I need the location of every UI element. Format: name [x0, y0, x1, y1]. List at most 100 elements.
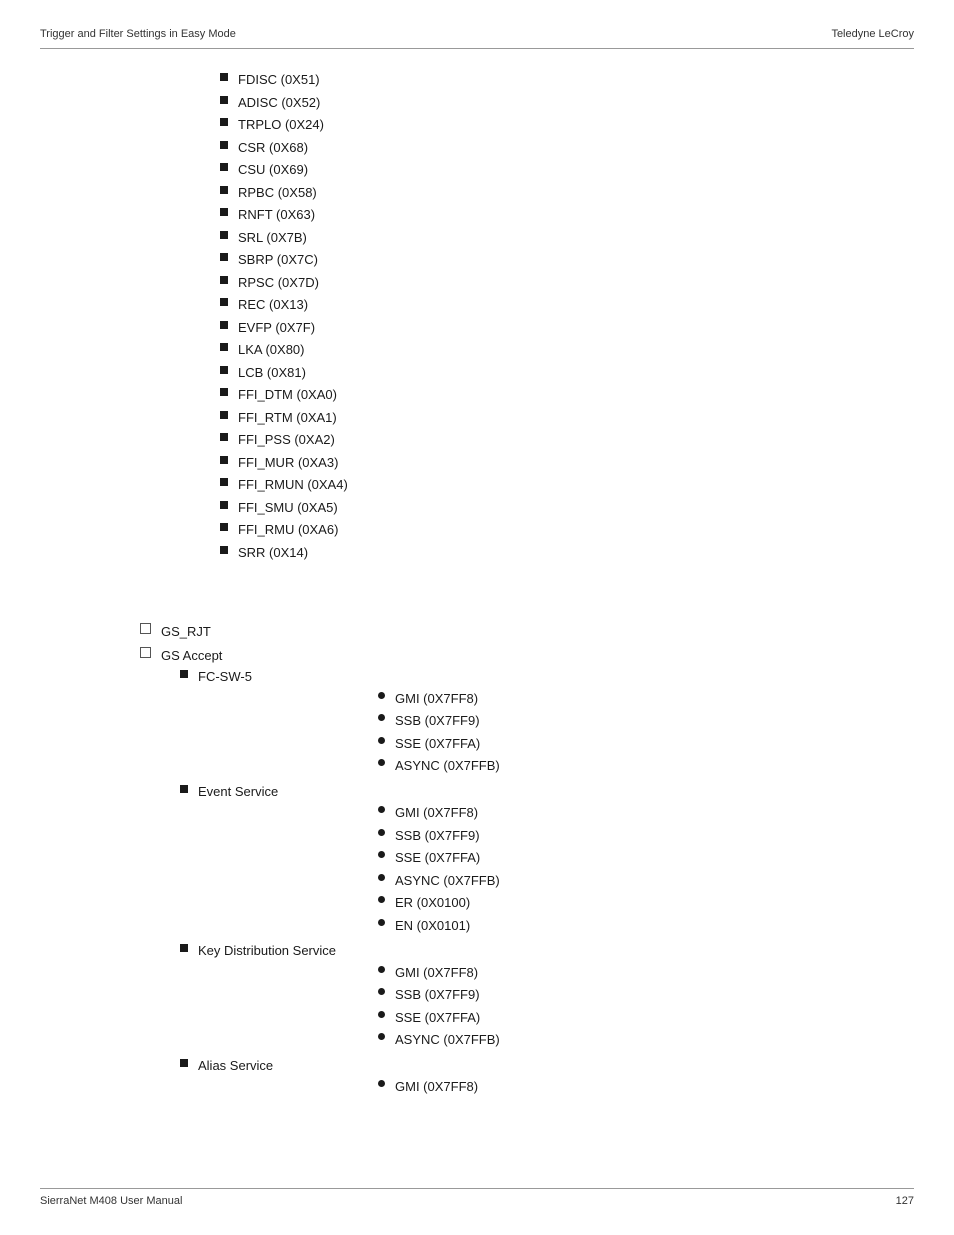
list-item: ASYNC (0X7FFB) [198, 756, 500, 776]
list-item: RPBC (0X58) [40, 183, 914, 203]
list-item: ADISC (0X52) [40, 93, 914, 113]
footer-rule [40, 1188, 914, 1189]
square-bullet [220, 501, 228, 509]
circle-bullet [378, 966, 385, 973]
list-item: CSR (0X68) [40, 138, 914, 158]
circle-bullet [378, 874, 385, 881]
list-item: FFI_DTM (0XA0) [40, 385, 914, 405]
gs-rjt-label: GS_RJT [161, 622, 211, 642]
gs-rjt-item: GS_RJT [40, 622, 914, 642]
list-item: SRL (0X7B) [40, 228, 914, 248]
circle-bullet [378, 851, 385, 858]
list-item: FFI_RTM (0XA1) [40, 408, 914, 428]
event-service-label: Event Service [198, 784, 278, 799]
footer-left: SierraNet M408 User Manual [40, 1195, 182, 1207]
list-item: LCB (0X81) [40, 363, 914, 383]
list-item: SSE (0X7FFA) [198, 734, 500, 754]
list-item: ASYNC (0X7FFB) [198, 1030, 500, 1050]
list-item: EN (0X0101) [198, 916, 500, 936]
list-item: LKA (0X80) [40, 340, 914, 360]
square-bullet [220, 343, 228, 351]
square-bullet [220, 186, 228, 194]
alias-service-label: Alias Service [198, 1058, 273, 1073]
circle-bullet [378, 829, 385, 836]
circle-bullet [378, 806, 385, 813]
list-item: FFI_PSS (0XA2) [40, 430, 914, 450]
square-bullet [220, 321, 228, 329]
bottom-checkbox-list: GS_RJT GS Accept FC-SW-5 GMI (0X7FF8)SSB… [40, 622, 914, 1100]
list-item: CSU (0X69) [40, 160, 914, 180]
event-service-item: Event Service GMI (0X7FF8)SSB (0X7FF9)SS… [40, 782, 914, 939]
list-item: GMI (0X7FF8) [198, 963, 500, 983]
circle-bullet [378, 1033, 385, 1040]
list-item: RPSC (0X7D) [40, 273, 914, 293]
fc-sw5-item: FC-SW-5 GMI (0X7FF8)SSB (0X7FF9)SSE (0X7… [40, 667, 914, 779]
list-item: FFI_MUR (0XA3) [40, 453, 914, 473]
square-bullet [220, 73, 228, 81]
alias-service-item: Alias Service GMI (0X7FF8) [40, 1056, 914, 1100]
square-bullet [220, 366, 228, 374]
key-dist-subitems: GMI (0X7FF8)SSB (0X7FF9) SSE (0X7FFA)ASYN… [198, 963, 500, 1050]
header-rule [40, 48, 914, 49]
list-item: GMI (0X7FF8) [198, 689, 500, 709]
gs-accept-label: GS Accept [161, 646, 222, 666]
fc-sw5-list: FC-SW-5 GMI (0X7FF8)SSB (0X7FF9)SSE (0X7… [40, 667, 914, 1100]
key-dist-item: Key Distribution Service GMI (0X7FF8)SSB… [40, 941, 914, 1053]
list-item: SSE (0X7FFA) [198, 1008, 500, 1028]
list-item: ER (0X0100) [198, 893, 500, 913]
circle-bullet [378, 988, 385, 995]
list-item: SRR (0X14) [40, 543, 914, 563]
square-bullet [220, 546, 228, 554]
list-item: GMI (0X7FF8) [198, 803, 500, 823]
list-item: EVFP (0X7F) [40, 318, 914, 338]
square-bullet [220, 118, 228, 126]
page-header: Trigger and Filter Settings in Easy Mode… [0, 28, 954, 40]
square-bullet [220, 276, 228, 284]
list-item: SSB (0X7FF9) [198, 985, 500, 1005]
sq2-bullet-event-service [180, 785, 188, 793]
list-item: GMI (0X7FF8) [198, 1077, 478, 1097]
fc-sw5-label: FC-SW-5 [198, 669, 252, 684]
key-dist-label: Key Distribution Service [198, 943, 336, 958]
circle-bullet [378, 896, 385, 903]
square-bullet [220, 411, 228, 419]
fc-sw5-subitems: GMI (0X7FF8)SSB (0X7FF9)SSE (0X7FFA)ASYN… [198, 689, 500, 776]
square-bullet [220, 298, 228, 306]
square-bullet [220, 208, 228, 216]
circle-bullet [378, 737, 385, 744]
alias-service-subitems: GMI (0X7FF8) [198, 1077, 478, 1097]
circle-bullet [378, 759, 385, 766]
list-item: RNFT (0X63) [40, 205, 914, 225]
circle-bullet [378, 1011, 385, 1018]
square-bullet [220, 523, 228, 531]
checkbox-icon-gs-rjt [140, 623, 151, 634]
square-bullet [220, 388, 228, 396]
list-item: SBRP (0X7C) [40, 250, 914, 270]
list-item: TRPLO (0X24) [40, 115, 914, 135]
header-right: Teledyne LeCroy [831, 28, 914, 40]
circle-bullet [378, 919, 385, 926]
sq2-bullet-key-dist [180, 944, 188, 952]
list-item: FFI_SMU (0XA5) [40, 498, 914, 518]
list-item: FDISC (0X51) [40, 70, 914, 90]
square-bullet [220, 478, 228, 486]
list-item: FFI_RMU (0XA6) [40, 520, 914, 540]
header-left: Trigger and Filter Settings in Easy Mode [40, 28, 236, 40]
square-bullet [220, 231, 228, 239]
square-bullet [220, 433, 228, 441]
list-item: ASYNC (0X7FFB) [198, 871, 500, 891]
circle-bullet [378, 1080, 385, 1087]
event-service-subitems: GMI (0X7FF8)SSB (0X7FF9)SSE (0X7FFA)ASYN… [198, 803, 500, 935]
top-bullet-list: FDISC (0X51) ADISC (0X52)TRPLO (0X24) CSR … [40, 70, 914, 562]
circle-bullet [378, 714, 385, 721]
gs-accept-item: GS Accept FC-SW-5 GMI (0X7FF8)SSB (0X7FF… [40, 646, 914, 1100]
page-footer: SierraNet M408 User Manual 127 [0, 1195, 954, 1207]
square-bullet [220, 163, 228, 171]
list-item: REC (0X13) [40, 295, 914, 315]
square-bullet [220, 141, 228, 149]
list-item: SSE (0X7FFA) [198, 848, 500, 868]
list-item: FFI_RMUN (0XA4) [40, 475, 914, 495]
main-content: FDISC (0X51) ADISC (0X52)TRPLO (0X24) CSR … [40, 60, 914, 1175]
checkbox-icon-gs-accept [140, 647, 151, 658]
footer-right: 127 [896, 1195, 914, 1207]
